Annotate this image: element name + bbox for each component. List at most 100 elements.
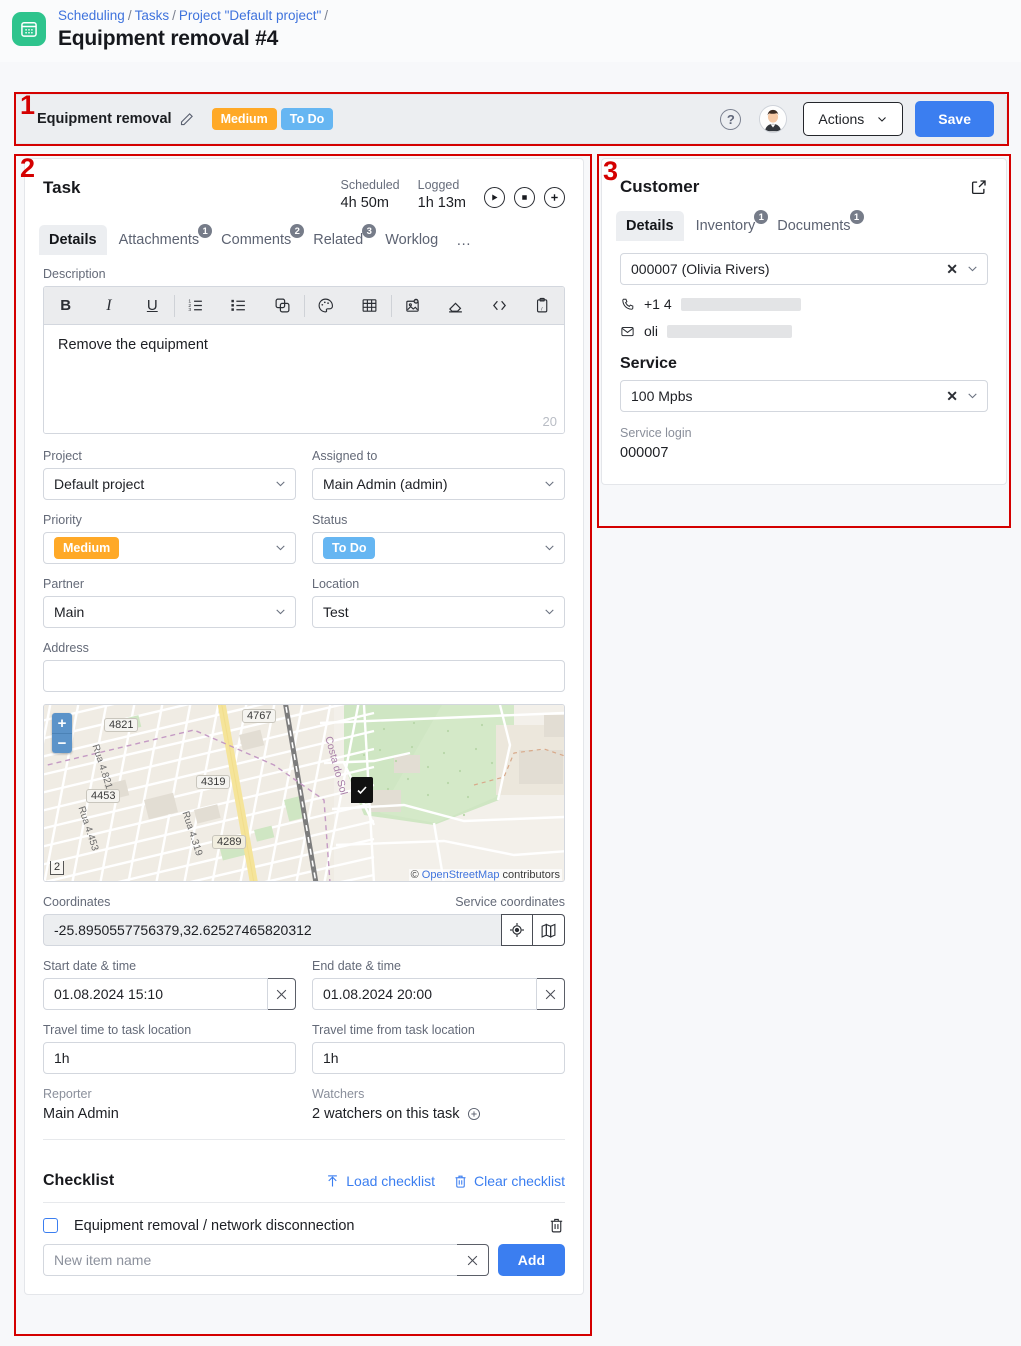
plus-circle-icon[interactable] (467, 1107, 481, 1121)
travel-to-input[interactable] (43, 1042, 296, 1074)
tab-attachments-label: Attachments (118, 232, 200, 248)
breadcrumb-item-scheduling[interactable]: Scheduling (58, 8, 125, 23)
customer-clear-icon[interactable]: ✕ (946, 261, 958, 278)
trash-icon[interactable] (548, 1217, 565, 1234)
pencil-icon[interactable] (179, 112, 194, 127)
description-char-count: 20 (542, 414, 557, 429)
checklist-heading: Checklist (43, 1172, 115, 1189)
new-checklist-item-input[interactable] (43, 1244, 457, 1276)
map-zoom-controls[interactable]: + − (52, 713, 72, 753)
tabs-overflow-button[interactable]: … (450, 225, 478, 256)
stop-icon[interactable] (514, 187, 535, 208)
checklist-divider (43, 1202, 565, 1203)
eraser-icon[interactable] (434, 297, 477, 314)
customer-tab-details[interactable]: Details (616, 211, 684, 241)
start-date-field (43, 978, 296, 1010)
service-select[interactable]: 100 Mpbs ✕ (620, 380, 988, 412)
new-item-clear-icon[interactable] (456, 1244, 489, 1276)
service-clear-icon[interactable]: ✕ (946, 388, 958, 405)
save-button[interactable]: Save (915, 101, 994, 137)
tab-worklog-label: Worklog (385, 232, 439, 248)
coordinates-value[interactable]: -25.8950557756379,32.62527465820312 (43, 914, 501, 946)
priority-label: Priority (43, 513, 82, 527)
map-icon[interactable] (533, 914, 565, 946)
partner-select[interactable]: Main (43, 596, 296, 628)
end-date-input[interactable] (312, 978, 537, 1010)
scheduled-label: Scheduled (340, 178, 400, 192)
copy-icon[interactable] (261, 297, 304, 314)
task-panel: Task Scheduled 4h 50m Logged 1h 13m Deta… (24, 158, 584, 1295)
project-select[interactable]: Default project (43, 468, 296, 500)
customer-email: oli (620, 323, 988, 339)
checklist-item-label: Equipment removal / network disconnectio… (74, 1217, 355, 1234)
clear-checklist-label: Clear checklist (473, 1173, 565, 1189)
customer-phone-value: +1 4 (644, 296, 672, 312)
end-date-field (312, 978, 565, 1010)
code-icon[interactable] (477, 297, 520, 314)
question-mark-icon[interactable]: ? (720, 108, 742, 130)
checklist-add-row: Add (43, 1244, 565, 1276)
end-date-label: End date & time (312, 959, 401, 973)
tab-details[interactable]: Details (39, 225, 107, 255)
tab-worklog[interactable]: Worklog (375, 225, 448, 255)
reporter-label: Reporter (43, 1087, 92, 1101)
customer-select[interactable]: 000007 (Olivia Rivers) ✕ (620, 253, 988, 285)
user-avatar[interactable] (759, 105, 788, 133)
tab-attachments[interactable]: Attachments 1 (109, 224, 213, 255)
play-icon[interactable] (484, 187, 505, 208)
bold-icon[interactable]: B (44, 297, 87, 314)
italic-icon[interactable]: I (87, 297, 130, 315)
page-title: Equipment removal #4 (58, 27, 279, 50)
clear-checklist-button[interactable]: Clear checklist (453, 1173, 565, 1189)
customer-select-value: 000007 (Olivia Rivers) (620, 253, 988, 285)
breadcrumb-item-project[interactable]: Project "Default project" (179, 8, 321, 23)
customer-heading: Customer (620, 177, 700, 196)
end-date-clear-icon[interactable] (536, 978, 565, 1010)
status-select[interactable]: To Do (312, 532, 565, 564)
checklist-section: Checklist Load checklist Clear checklist… (25, 1158, 583, 1294)
palette-icon[interactable] (304, 297, 347, 314)
customer-tab-documents-count: 1 (849, 210, 864, 224)
address-input[interactable] (43, 660, 565, 692)
task-tabs: Details Attachments 1 Comments 2 Related… (25, 213, 583, 256)
plus-icon[interactable] (544, 187, 565, 208)
ordered-list-icon[interactable]: 1 2 3 (174, 297, 217, 314)
customer-tabs: Details Inventory 1 Documents 1 (616, 210, 988, 241)
insert-image-icon[interactable] (391, 297, 434, 314)
start-date-clear-icon[interactable] (267, 978, 296, 1010)
map-zoom-in-button[interactable]: + (52, 713, 72, 733)
travel-from-input[interactable] (312, 1042, 565, 1074)
customer-tab-inventory[interactable]: Inventory 1 (686, 210, 769, 241)
trash-icon (453, 1174, 468, 1189)
start-date-input[interactable] (43, 978, 268, 1010)
breadcrumb-separator: / (127, 8, 132, 23)
priority-select[interactable]: Medium (43, 532, 296, 564)
openstreetmap-link[interactable]: OpenStreetMap (422, 869, 500, 881)
tab-related-count: 3 (362, 224, 377, 238)
bullet-list-icon[interactable] (217, 297, 260, 314)
underline-icon[interactable]: U (131, 297, 174, 314)
actions-button[interactable]: Actions (803, 102, 904, 136)
check-marker-icon[interactable] (351, 777, 373, 803)
paste-icon[interactable]: / (521, 297, 564, 314)
tab-related[interactable]: Related 3 (303, 224, 377, 255)
page-header: Scheduling / Tasks / Project "Default projec… (0, 0, 1021, 62)
description-text: Remove the equipment (58, 337, 208, 353)
location-map[interactable]: + − 4821 4767 4319 4453 4289 Rua 4.821 R… (43, 704, 565, 882)
tab-comments[interactable]: Comments 2 (211, 224, 305, 255)
load-checklist-button[interactable]: Load checklist (325, 1173, 435, 1189)
add-checklist-item-button[interactable]: Add (497, 1244, 565, 1276)
map-zoom-out-button[interactable]: − (52, 733, 72, 753)
location-select[interactable]: Test (312, 596, 565, 628)
customer-tab-documents[interactable]: Documents 1 (767, 210, 864, 241)
crosshair-icon[interactable] (501, 914, 533, 946)
address-label: Address (43, 641, 89, 655)
description-textarea[interactable]: Remove the equipment 20 (44, 325, 564, 433)
checklist-item-checkbox[interactable] (43, 1218, 58, 1233)
external-link-icon[interactable] (970, 178, 988, 196)
table-icon[interactable] (347, 297, 390, 314)
map-house-number: 4767 (242, 709, 277, 723)
assigned-to-select[interactable]: Main Admin (admin) (312, 468, 565, 500)
task-heading: Task (43, 178, 81, 197)
breadcrumb-item-tasks[interactable]: Tasks (135, 8, 170, 23)
